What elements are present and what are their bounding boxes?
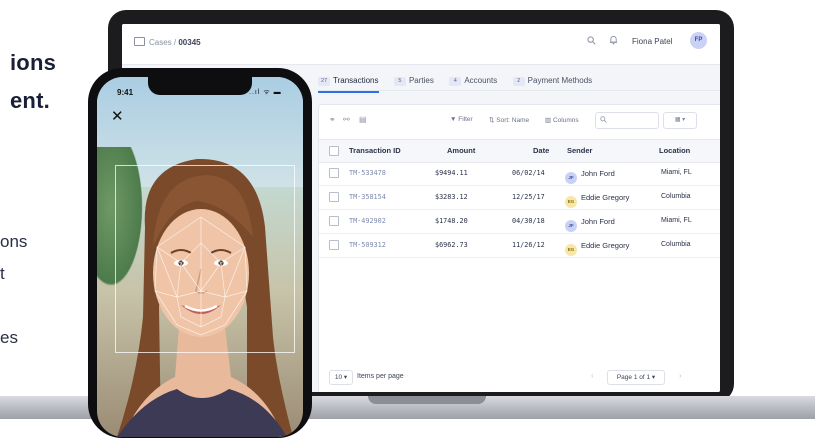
search-icon: [600, 116, 607, 123]
tab-accounts[interactable]: 4 Accounts: [449, 76, 497, 91]
column-header-date[interactable]: Date: [533, 146, 549, 155]
tab-label: Accounts: [464, 76, 498, 85]
breadcrumb-case-id: 00345: [178, 38, 201, 47]
column-header-amount[interactable]: Amount: [447, 146, 475, 155]
laptop-base-notch: [368, 396, 486, 404]
columns-label: Columns: [552, 117, 579, 124]
folder-icon: [134, 37, 145, 46]
column-header-location[interactable]: Location: [659, 146, 690, 155]
items-per-page-label: Items per page: [357, 373, 404, 380]
face-scan-frame: [115, 165, 295, 353]
table-header: Transaction ID Amount Date Sender Locati…: [319, 139, 720, 163]
date: 11/26/12: [512, 241, 545, 249]
bell-icon[interactable]: [609, 35, 618, 45]
view-toggle-dropdown[interactable]: ▦ ▾: [663, 112, 697, 129]
sender: EG Eddie Gregory: [565, 193, 629, 208]
amount: $3283.12: [435, 193, 468, 201]
hero-paragraph-line3: es: [0, 328, 18, 347]
phone-clock: 9:41: [117, 88, 134, 97]
date: 04/30/18: [512, 217, 545, 225]
location: Columbia: [661, 193, 691, 200]
table-row[interactable]: TM-533478 $9494.11 06/02/14 JF John Ford …: [319, 162, 720, 186]
phone-status-icons: ..ıl ᯤ ▬: [249, 89, 282, 96]
tab-count-badge: 4: [449, 77, 462, 86]
table-toolbar: ⚭ ⚯ ▤ ▼ Filter ⇅ Sort: Name ▥ Columns ▦ …: [319, 105, 720, 135]
row-checkbox[interactable]: [329, 216, 339, 226]
columns-button[interactable]: ▥ Columns: [545, 116, 579, 124]
row-checkbox[interactable]: [329, 192, 339, 202]
transaction-id[interactable]: TM-533478: [349, 169, 386, 177]
next-page-button[interactable]: ›: [679, 371, 682, 380]
sender-avatar: EG: [565, 244, 577, 256]
sender-avatar: EG: [565, 196, 577, 208]
breadcrumb-cases-link[interactable]: Cases: [149, 38, 172, 47]
transactions-card: ⚭ ⚯ ▤ ▼ Filter ⇅ Sort: Name ▥ Columns ▦ …: [318, 104, 720, 392]
phone-notch: [148, 77, 252, 95]
amount: $6962.73: [435, 241, 468, 249]
tab-count-badge: 27: [318, 77, 330, 86]
tab-label: Payment Methods: [527, 76, 593, 85]
tab-label: Transactions: [333, 76, 379, 85]
tab-count-badge: 2: [512, 77, 525, 86]
date: 12/25/17: [512, 193, 545, 201]
location: Columbia: [661, 241, 691, 248]
location: Miami, FL: [661, 169, 692, 176]
transaction-id[interactable]: TM-358154: [349, 193, 386, 201]
filter-button[interactable]: ▼ Filter: [450, 116, 473, 123]
sender: JF John Ford: [565, 169, 615, 184]
table-search-input[interactable]: [595, 112, 659, 129]
table-row[interactable]: TM-509312 $6962.73 11/26/12 EG Eddie Greg…: [319, 234, 720, 258]
transaction-id[interactable]: TM-492902: [349, 217, 386, 225]
hero-paragraph-line2: t: [0, 264, 5, 283]
sort-button[interactable]: ⇅ Sort: Name: [489, 116, 529, 124]
tab-parties[interactable]: 5 Parties: [393, 76, 434, 91]
tab-payment-methods[interactable]: 2 Payment Methods: [512, 76, 593, 91]
previous-page-button[interactable]: ‹: [591, 371, 594, 380]
tab-count-badge: 5: [393, 77, 406, 86]
close-icon[interactable]: ✕: [111, 107, 124, 125]
app-header: Cases / 00345 Fiona Patel FP: [122, 24, 720, 65]
select-all-checkbox[interactable]: [329, 146, 339, 156]
table-pagination: 10 ▾ Items per page ‹ Page 1 of 1 ▾ ›: [319, 362, 720, 390]
hero-heading-line2: ent.: [10, 88, 50, 113]
table-row[interactable]: TM-492902 $1748.20 04/30/18 JF John Ford …: [319, 210, 720, 234]
tab-bar: 27 Transactions 5 Parties 4 Accounts 2 Payme…: [318, 70, 603, 93]
sender-name: John Ford: [581, 217, 615, 226]
location: Miami, FL: [661, 217, 692, 224]
sender-avatar: JF: [565, 220, 577, 232]
filter-label: Filter: [458, 116, 473, 123]
sender-name: Eddie Gregory: [581, 241, 630, 250]
page-select[interactable]: Page 1 of 1 ▾: [607, 370, 665, 385]
row-checkbox[interactable]: [329, 240, 339, 250]
hero-paragraph-line1: ons: [0, 232, 28, 251]
user-name[interactable]: Fiona Patel: [632, 37, 672, 46]
column-header-transaction-id[interactable]: Transaction ID: [349, 146, 401, 155]
amount: $9494.11: [435, 169, 468, 177]
row-checkbox[interactable]: [329, 168, 339, 178]
date: 06/02/14: [512, 169, 545, 177]
sender-avatar: JF: [565, 172, 577, 184]
tab-label: Parties: [408, 76, 434, 85]
sender: JF John Ford: [565, 217, 615, 232]
phone-screen: 9:41 ..ıl ᯤ ▬ ✕: [97, 77, 303, 437]
column-header-sender[interactable]: Sender: [567, 146, 592, 155]
filter-icon: ▼: [450, 116, 459, 123]
sender: EG Eddie Gregory: [565, 241, 629, 256]
transaction-id[interactable]: TM-509312: [349, 241, 386, 249]
sender-name: Eddie Gregory: [581, 193, 630, 202]
search-icon[interactable]: [587, 36, 596, 45]
amount: $1748.20: [435, 217, 468, 225]
table-row[interactable]: TM-358154 $3283.12 12/25/17 EG Eddie Greg…: [319, 186, 720, 210]
sender-name: John Ford: [581, 169, 615, 178]
hero-heading-line1: ions: [10, 50, 57, 75]
columns-icon: ▥: [545, 117, 553, 124]
link-icon[interactable]: ⚭: [329, 115, 336, 124]
user-avatar[interactable]: FP: [690, 32, 707, 49]
breadcrumb: Cases / 00345: [134, 37, 201, 47]
sort-label: Sort: Name: [496, 117, 530, 124]
items-per-page-select[interactable]: 10 ▾: [329, 370, 353, 385]
export-file-icon[interactable]: ▤: [359, 115, 367, 124]
tabs-divider: [318, 90, 720, 91]
unlink-icon[interactable]: ⚯: [343, 115, 350, 124]
